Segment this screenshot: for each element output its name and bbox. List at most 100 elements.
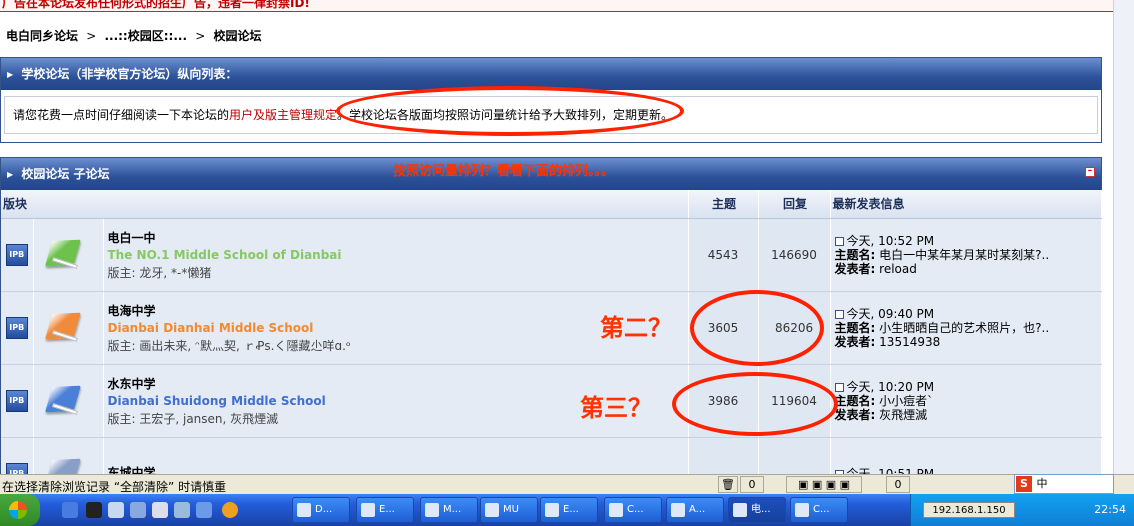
task-label: M...	[443, 504, 462, 515]
minus-icon[interactable]: –	[1085, 167, 1095, 177]
vertical-scrollbar[interactable]	[1113, 0, 1134, 474]
breadcrumb-campus-link[interactable]: ...::校园区::...	[104, 29, 187, 43]
quicklaunch-icon[interactable]	[222, 502, 238, 518]
table-row[interactable]: IPB 水东中学 Dianbai Shuidong Middle School …	[1, 364, 1102, 438]
windows-logo-icon	[9, 501, 27, 519]
last-post-icon[interactable]	[834, 382, 844, 392]
taskbar-task-button[interactable]: M...	[420, 497, 478, 523]
forum-image-cell	[33, 291, 104, 365]
last-poster-line: 发表者: 13514938	[835, 335, 1101, 349]
task-label: D...	[315, 504, 333, 515]
app-icon	[733, 503, 747, 517]
last-poster-link[interactable]: reload	[879, 262, 917, 276]
quicklaunch-icon[interactable]	[174, 502, 190, 518]
last-post-topic-line: 主题名: 电白一中某年某月某时某刻某?..	[835, 248, 1101, 262]
forum-image-cell	[33, 364, 104, 438]
taskbar-task-button[interactable]: C...	[790, 497, 848, 523]
annotation-third: 第三？	[580, 393, 652, 422]
forum-image-cell	[33, 218, 104, 292]
taskbar-task-button[interactable]: D...	[292, 497, 350, 523]
taskbar-task-button[interactable]: 电...	[728, 497, 786, 523]
table-row[interactable]: IPB 电海中学 Dianbai Dianhai Middle School 版…	[1, 291, 1102, 365]
circle-annotation-row3	[672, 372, 838, 436]
quicklaunch-icon[interactable]	[62, 502, 78, 518]
last-topic-link[interactable]: 小生晒晒自己的艺术照片，也?..	[879, 321, 1049, 335]
subforums-panel: ▶ 校园论坛 子论坛 按照访问量排列？看看下面的排列。。。 – 版块 主题 回复…	[0, 157, 1102, 474]
taskbar-task-button[interactable]: MU	[480, 497, 538, 523]
forum-status-cell: IPB	[1, 364, 34, 438]
forum-name-link[interactable]: 东城中学	[108, 464, 688, 474]
col-header-topics: 主题	[688, 190, 759, 219]
banner-text: 广告在本论坛发布任何形式的招生广告，违者一律封禁ID!	[2, 0, 310, 10]
forum-moderators: 版主: 龙牙, *-*懒猪	[107, 265, 212, 280]
quicklaunch-icon[interactable]	[108, 502, 124, 518]
taskbar-task-button[interactable]: C...	[604, 497, 662, 523]
panel-title: 校园论坛 子论坛	[21, 167, 110, 181]
panel-title: 学校论坛（非学校官方论坛）纵向列表：	[21, 67, 238, 81]
last-topic-link[interactable]: 小小痘者`	[879, 394, 933, 408]
taskbar-task-button[interactable]: E...	[540, 497, 598, 523]
app-icon	[425, 503, 439, 517]
subforums-panel-header: ▶ 校园论坛 子论坛 按照访问量排列？看看下面的排列。。。 –	[1, 158, 1101, 190]
sogou-icon: S	[1016, 476, 1032, 492]
forum-status-cell: IPB	[1, 437, 34, 474]
last-poster-link[interactable]: 13514938	[879, 335, 940, 349]
status-trash-icon[interactable]: 🗑	[718, 476, 738, 493]
status-tools-icon[interactable]: ▣ ▣ ▣ ▣	[786, 476, 862, 493]
task-label: E...	[563, 504, 579, 515]
breadcrumb-home-link[interactable]: 电白同乡论坛	[6, 29, 78, 43]
last-post-time: 今天, 10:51 PM	[846, 466, 935, 475]
last-post-cell: 今天, 10:51 PM	[830, 437, 1102, 475]
ipb-icon: IPB	[5, 316, 28, 339]
reply-count	[758, 437, 831, 474]
quicklaunch-icon[interactable]	[130, 502, 146, 518]
table-row[interactable]: IPB 电白一中 The NO.1 Middle School of Dianb…	[1, 218, 1102, 292]
circle-annotation-notice	[336, 86, 684, 136]
status-text: 在选择清除浏览记录 “全部清除” 时请慎重	[2, 480, 227, 494]
last-post-time-line: 今天, 10:20 PM	[834, 380, 1101, 394]
ipb-icon: IPB	[5, 462, 28, 474]
last-post-icon[interactable]	[834, 309, 844, 319]
forum-name-cell: 东城中学	[103, 437, 689, 474]
book-icon	[44, 454, 84, 474]
status-count-2: 0	[886, 476, 910, 493]
last-post-icon[interactable]	[834, 236, 844, 246]
last-post-time-line: 今天, 10:52 PM	[834, 233, 1101, 248]
ipb-icon: IPB	[5, 389, 28, 412]
quicklaunch-icon[interactable]	[196, 502, 212, 518]
rules-link[interactable]: 用户及版主管理规定	[229, 108, 337, 122]
breadcrumb-current-link[interactable]: 校园论坛	[213, 29, 261, 43]
table-row[interactable]: IPB 东城中学 今天, 10:51 PM	[1, 437, 1102, 475]
start-button[interactable]	[0, 494, 40, 526]
poster-label: 发表者:	[834, 261, 876, 276]
taskbar-task-button[interactable]: A...	[666, 497, 724, 523]
forum-image-cell	[33, 437, 104, 474]
ime-toolbar[interactable]: S 中	[1014, 474, 1114, 494]
last-post-topic-line: 主题名: 小生晒晒自己的艺术照片，也?..	[835, 321, 1101, 335]
taskbar-task-button[interactable]: E...	[356, 497, 414, 523]
col-header-forum: 版块	[1, 190, 689, 219]
topic-label: 主题名:	[834, 247, 876, 262]
circle-annotation-row2	[690, 290, 824, 366]
forum-status-cell: IPB	[1, 291, 34, 365]
last-topic-link[interactable]: 电白一中某年某月某时某刻某?..	[879, 248, 1049, 262]
browser-status-bar: 在选择清除浏览记录 “全部清除” 时请慎重 🗑 0 ▣ ▣ ▣ ▣ 0	[0, 474, 1134, 494]
quicklaunch-icon[interactable]	[152, 502, 168, 518]
breadcrumb-separator: >	[195, 29, 206, 43]
last-post-time-line: 今天, 10:51 PM	[834, 466, 1101, 475]
topic-label: 主题名:	[834, 393, 876, 408]
forum-table: 版块 主题 回复 最新发表信息 IPB 电白一中 The NO.1 Middle…	[1, 190, 1102, 474]
ip-address: 192.168.1.150	[923, 502, 1015, 518]
last-post-time: 今天, 10:52 PM	[846, 233, 935, 248]
poster-label: 发表者:	[834, 334, 876, 349]
app-icon	[485, 503, 499, 517]
breadcrumb-separator: >	[86, 29, 97, 43]
breadcrumb: 电白同乡论坛 > ...::校园区::... > 校园论坛	[6, 27, 261, 44]
last-poster-line: 发表者: 灰飛煙滅	[835, 408, 1101, 422]
qq-icon[interactable]	[86, 502, 102, 518]
forum-name-link[interactable]: 电白一中	[108, 229, 688, 246]
forum-name-cell: 电白一中 The NO.1 Middle School of Dianbai 版…	[103, 218, 689, 292]
task-label: MU	[503, 504, 519, 515]
last-poster-link[interactable]: 灰飛煙滅	[879, 408, 927, 422]
book-icon	[44, 308, 84, 348]
